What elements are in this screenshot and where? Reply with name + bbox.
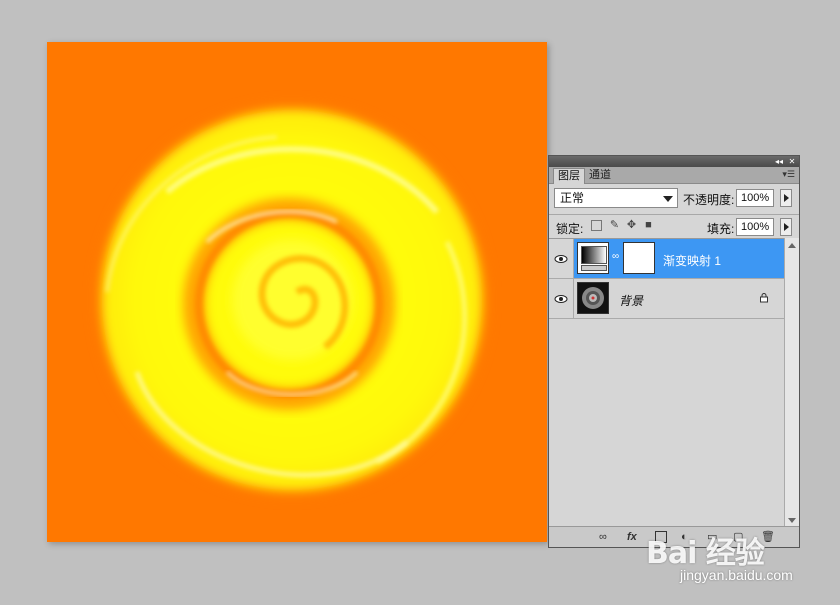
layer-row-gradient-map[interactable]: ∞ 渐变映射 1 bbox=[549, 239, 785, 279]
layer-row-background[interactable]: 背景 bbox=[549, 279, 785, 319]
layer-name[interactable]: 渐变映射 1 bbox=[663, 252, 721, 269]
collapse-icon[interactable]: ◂◂ bbox=[773, 156, 785, 167]
tab-channels[interactable]: 通道 bbox=[585, 168, 615, 183]
panel-menu-icon[interactable]: ▾☰ bbox=[782, 169, 795, 180]
opacity-input[interactable]: 100% bbox=[736, 189, 774, 207]
divider bbox=[549, 214, 799, 215]
layers-scrollbar[interactable] bbox=[784, 238, 799, 528]
eye-icon bbox=[554, 294, 568, 303]
lock-move-icon[interactable]: ✥ bbox=[626, 220, 637, 231]
fill-input[interactable]: 100% bbox=[736, 218, 774, 236]
layer-name[interactable]: 背景 bbox=[619, 292, 643, 309]
panel-titlebar[interactable]: ◂◂ ✕ bbox=[549, 156, 799, 167]
watermark-logo: Bai 经验 bbox=[646, 536, 765, 571]
eye-icon bbox=[554, 254, 568, 263]
layers-list: ∞ 渐变映射 1 背景 bbox=[549, 238, 785, 529]
blend-mode-value: 正常 bbox=[560, 191, 585, 205]
baidu-watermark: Bai 经验 jingyan.baidu.com bbox=[640, 510, 840, 605]
link-icon[interactable]: ∞ bbox=[599, 530, 607, 544]
swirl-thumbnail-icon bbox=[582, 287, 604, 309]
layers-panel: ◂◂ ✕ 图层 通道 ▾☰ 正常 不透明度: 100% 锁定: ✎ ✥ ■ 填充… bbox=[548, 155, 800, 548]
close-icon[interactable]: ✕ bbox=[786, 156, 798, 167]
tab-layers[interactable]: 图层 bbox=[553, 168, 585, 184]
watermark-url: jingyan.baidu.com bbox=[680, 567, 793, 583]
document-canvas[interactable] bbox=[47, 42, 547, 542]
lock-transparency-icon[interactable] bbox=[591, 220, 602, 231]
lock-label: 锁定: bbox=[556, 222, 584, 236]
lock-fill-row: 锁定: ✎ ✥ ■ 填充: 100% bbox=[549, 216, 799, 238]
visibility-toggle[interactable] bbox=[549, 239, 574, 278]
blend-opacity-row: 正常 不透明度: 100% bbox=[549, 188, 799, 210]
opacity-slider-button[interactable] bbox=[780, 189, 792, 207]
opacity-label: 不透明度: bbox=[683, 193, 735, 207]
blend-mode-select[interactable]: 正常 bbox=[554, 188, 678, 208]
fill-slider-button[interactable] bbox=[780, 218, 792, 236]
scroll-up-icon[interactable] bbox=[788, 243, 796, 248]
chain-link-icon[interactable]: ∞ bbox=[612, 251, 619, 262]
lock-brush-icon[interactable]: ✎ bbox=[609, 220, 620, 231]
panel-tabs: 图层 通道 ▾☰ bbox=[549, 167, 799, 184]
adjustment-thumbnail[interactable] bbox=[577, 242, 609, 274]
slider-icon bbox=[581, 265, 607, 271]
fill-label: 填充: bbox=[707, 222, 735, 236]
chevron-down-icon bbox=[663, 196, 673, 202]
lock-all-icon[interactable]: ■ bbox=[643, 220, 654, 231]
layer-thumbnail[interactable] bbox=[577, 282, 609, 314]
gradient-icon bbox=[581, 246, 607, 264]
lock-icon bbox=[759, 292, 769, 306]
visibility-toggle[interactable] bbox=[549, 279, 574, 318]
swirl-image bbox=[47, 42, 547, 542]
fx-icon[interactable]: fx bbox=[627, 530, 637, 544]
layer-mask-thumbnail[interactable] bbox=[623, 242, 655, 274]
